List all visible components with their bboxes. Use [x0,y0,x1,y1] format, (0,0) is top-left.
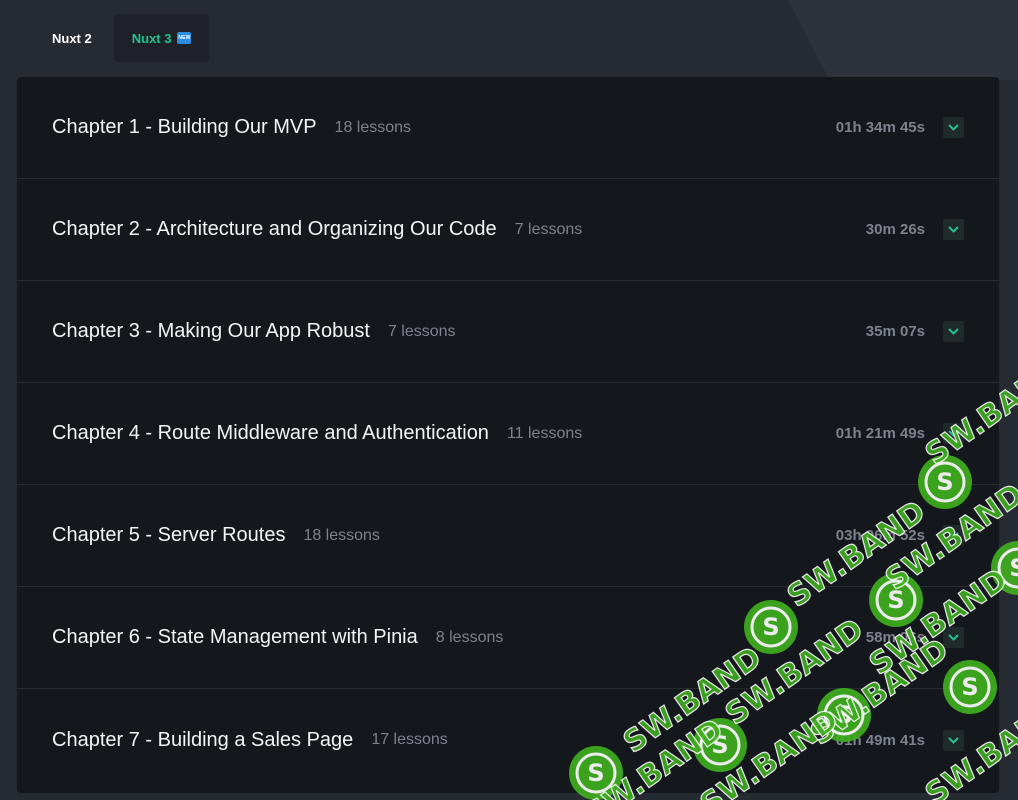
chevron-down-icon [948,328,959,335]
chapter-title: Chapter 4 - Route Middleware and Authent… [52,422,489,444]
chapter-title: Chapter 1 - Building Our MVP [52,116,317,138]
lesson-count: 18 lessons [303,526,380,544]
chapter-duration: 35m 07s [865,323,925,340]
chevron-down-icon [948,634,959,641]
chapter-duration: 01h 21m 49s [835,425,925,442]
chapter-duration: 03h 06m 52s [835,527,925,544]
expand-chapter-button[interactable] [943,423,964,444]
chevron-down-icon [948,124,959,131]
chapter-row-4[interactable]: Chapter 4 - Route Middleware and Authent… [17,383,999,485]
tab-nuxt-2[interactable]: Nuxt 2 [34,14,110,62]
chapter-list: Chapter 1 - Building Our MVP 18 lessons … [17,77,999,793]
header-decoration [788,0,1018,80]
chevron-down-icon [948,532,959,539]
lesson-count: 7 lessons [514,220,583,238]
chapter-row-5[interactable]: Chapter 5 - Server Routes 18 lessons 03h… [17,485,999,587]
chapter-title: Chapter 5 - Server Routes [52,524,286,546]
lesson-count: 8 lessons [435,628,504,646]
expand-chapter-button[interactable] [943,729,964,751]
chapter-duration: 58m 06s [865,629,925,646]
chapter-duration: 01h 49m 41s [835,731,925,749]
chevron-down-icon [948,430,959,437]
chapter-row-6[interactable]: Chapter 6 - State Management with Pinia … [17,587,999,689]
chevron-down-icon [948,226,959,233]
expand-chapter-button[interactable] [943,117,964,138]
tab-nuxt-3[interactable]: Nuxt 3 NEW [113,14,210,62]
course-curriculum-page: Nuxt 2 Nuxt 3 NEW Chapter 1 - Building O… [0,0,1018,800]
expand-chapter-button[interactable] [943,219,964,240]
lesson-count: 17 lessons [371,731,448,748]
expand-chapter-button[interactable] [943,321,964,342]
new-badge-icon: NEW [177,32,192,44]
chapter-title: Chapter 6 - State Management with Pinia [52,626,418,648]
lesson-count: 7 lessons [387,322,456,340]
chapter-row-7[interactable]: Chapter 7 - Building a Sales Page 17 les… [17,689,999,791]
chapter-title: Chapter 3 - Making Our App Robust [52,320,370,342]
chapter-duration: 30m 26s [865,221,925,238]
tab-label: Nuxt 3 [131,30,172,46]
chapter-row-2[interactable]: Chapter 2 - Architecture and Organizing … [17,179,999,281]
chapter-row-3[interactable]: Chapter 3 - Making Our App Robust 7 less… [17,281,999,383]
svg-text:S: S [1009,554,1018,582]
chapter-title: Chapter 7 - Building a Sales Page [52,728,354,751]
chevron-down-icon [948,736,959,744]
chapter-row-1[interactable]: Chapter 1 - Building Our MVP 18 lessons … [17,77,999,179]
tab-label: Nuxt 2 [52,30,92,46]
version-tabs: Nuxt 2 Nuxt 3 NEW [34,14,210,62]
expand-chapter-button[interactable] [943,525,964,546]
lesson-count: 18 lessons [334,118,412,136]
chapter-title: Chapter 2 - Architecture and Organizing … [52,218,497,240]
chapter-duration: 01h 34m 45s [835,119,925,136]
expand-chapter-button[interactable] [943,627,964,648]
lesson-count: 11 lessons [506,424,583,442]
